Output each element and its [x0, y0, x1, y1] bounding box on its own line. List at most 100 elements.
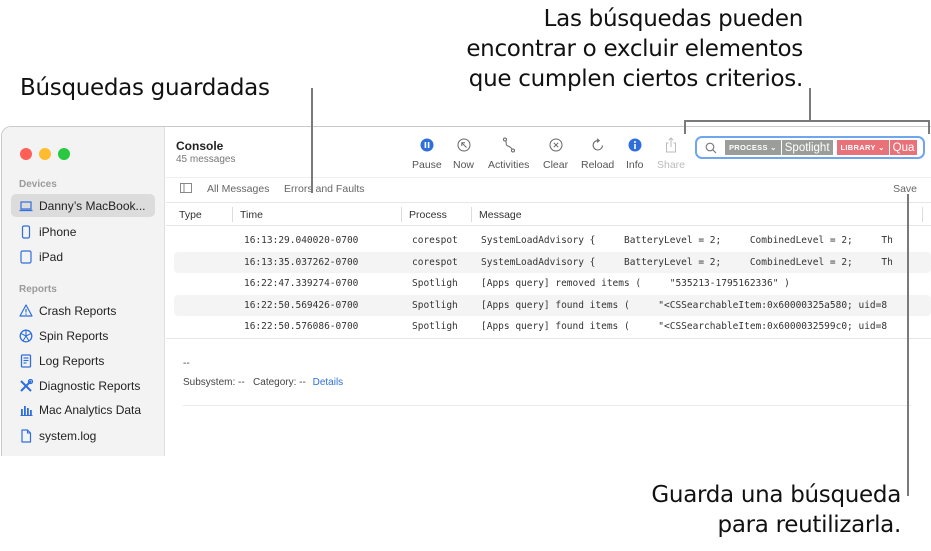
process-token-value[interactable]: Spotlight	[781, 140, 833, 155]
leader-line-search-bracket-left	[684, 120, 686, 134]
chevron-down-icon: ⌄	[770, 143, 777, 152]
sidebar-section-devices: Devices	[19, 179, 57, 190]
library-token-key[interactable]: LIBRARY ⌄	[836, 140, 889, 155]
sidebar-item-label: iPad	[39, 249, 64, 264]
window-title: Console	[176, 139, 224, 153]
now-button[interactable]: Now	[453, 137, 474, 171]
laptop-icon	[19, 199, 33, 213]
detail-metadata: Subsystem: -- Category: -- Details	[183, 377, 343, 388]
column-separator[interactable]	[922, 207, 923, 222]
info-icon	[627, 137, 643, 153]
column-header-time[interactable]: Time	[233, 209, 263, 221]
callout-line: Guarda una búsqueda	[651, 482, 901, 508]
filter-bar: All Messages Errors and Faults Save	[166, 177, 931, 201]
callout-line: que cumplen ciertos criterios.	[468, 66, 804, 92]
column-header-type[interactable]: Type	[172, 209, 202, 221]
row-message: [Apps query] found items ( "<CSSearchabl…	[481, 321, 888, 332]
tools-icon	[19, 378, 33, 393]
sidebar-item-mac-analytics-data[interactable]: Mac Analytics Data	[11, 398, 155, 421]
sidebar-item-label: Danny’s MacBook...	[39, 198, 146, 213]
window-controls	[20, 148, 70, 160]
arrow-up-left-circle-icon	[456, 137, 472, 153]
detail-title: --	[183, 358, 190, 369]
leader-line-search-bracket	[684, 120, 930, 122]
row-message: [Apps query] found items ( "<CSSearchabl…	[481, 299, 888, 311]
row-process: Spotligh	[412, 321, 458, 332]
library-token-value[interactable]: Qua	[889, 140, 918, 155]
callout-search-description: Las búsquedas pueden encontrar o excluir…	[466, 4, 803, 94]
activities-label: Activities	[488, 159, 530, 171]
row-message: [Apps query] removed items ( "535213-179…	[481, 278, 790, 289]
search-field[interactable]: PROCESS ⌄ Spotlight LIBRARY ⌄ Qua	[695, 136, 925, 159]
sidebar-item-label: Diagnostic Reports	[39, 378, 141, 393]
sidebar-item-macbook[interactable]: Danny’s MacBook...	[11, 194, 155, 217]
row-time: 16:22:50.569426-0700	[244, 299, 359, 311]
zoom-button[interactable]	[58, 148, 70, 160]
save-search-button[interactable]: Save	[893, 183, 917, 195]
table-row[interactable]: 16:13:29.040020-0700 corespot SystemLoad…	[174, 230, 931, 252]
spin-wheel-icon	[19, 329, 33, 343]
share-icon	[663, 137, 679, 153]
detail-divider	[183, 405, 911, 406]
iphone-icon	[19, 224, 33, 239]
table-row[interactable]: 16:13:35.037262-0700 corespot SystemLoad…	[174, 251, 931, 273]
search-icon	[705, 142, 717, 154]
clear-button[interactable]: Clear	[543, 137, 568, 171]
table-row[interactable]: 16:22:47.339274-0700 Spotligh [Apps quer…	[174, 273, 931, 295]
sidebar-item-diagnostic-reports[interactable]: Diagnostic Reports	[11, 374, 155, 397]
leader-line-search-bracket-right	[928, 120, 930, 134]
detail-subsystem: Subsystem: --	[183, 377, 245, 388]
saved-search-all-messages[interactable]: All Messages	[207, 183, 269, 195]
row-process: corespot	[412, 235, 458, 246]
bar-chart-icon	[19, 403, 33, 417]
sidebar-item-spin-reports[interactable]: Spin Reports	[11, 324, 155, 347]
callout-saved-searches: Búsquedas guardadas	[20, 75, 270, 101]
now-label: Now	[453, 159, 475, 171]
details-link[interactable]: Details	[313, 377, 344, 388]
clear-x-circle-icon	[548, 137, 564, 153]
table-row[interactable]: 16:22:50.569426-0700 Spotligh [Apps quer…	[174, 294, 931, 316]
token-key-label: LIBRARY	[840, 143, 876, 152]
sidebar-item-system-log[interactable]: system.log	[11, 424, 155, 447]
chevron-down-icon: ⌄	[878, 143, 885, 152]
column-header-message[interactable]: Message	[472, 209, 522, 221]
info-button[interactable]: Info	[626, 137, 644, 171]
info-label: Info	[626, 159, 644, 171]
sidebar-toggle-icon[interactable]	[180, 183, 192, 196]
console-window: Devices Danny’s MacBook... iPhone iPad R…	[1, 126, 931, 456]
split-divider[interactable]	[166, 338, 931, 339]
token-key-label: PROCESS	[729, 143, 768, 152]
sidebar-item-log-reports[interactable]: Log Reports	[11, 349, 155, 372]
sidebar-item-ipad[interactable]: iPad	[11, 245, 155, 268]
sidebar-item-label: iPhone	[39, 224, 77, 239]
clear-label: Clear	[543, 159, 569, 171]
file-icon	[19, 428, 33, 443]
sidebar-item-iphone[interactable]: iPhone	[11, 220, 155, 243]
close-button[interactable]	[20, 148, 32, 160]
row-message: SystemLoadAdvisory { BatteryLevel = 2; C…	[481, 235, 893, 246]
saved-search-errors-faults[interactable]: Errors and Faults	[284, 183, 365, 195]
process-token-key[interactable]: PROCESS ⌄	[725, 140, 781, 155]
ipad-icon	[19, 249, 33, 264]
leader-line-search	[809, 88, 811, 120]
table-header: Type Time Process Message	[166, 202, 931, 226]
document-lines-icon	[19, 353, 33, 368]
sidebar: Devices Danny’s MacBook... iPhone iPad R…	[2, 127, 165, 456]
minimize-button[interactable]	[39, 148, 51, 160]
sidebar-item-label: Crash Reports	[39, 303, 117, 318]
reload-button[interactable]: Reload	[581, 137, 614, 171]
callout-line: Las búsquedas pueden	[543, 6, 804, 32]
row-time: 16:13:29.040020-0700	[244, 235, 359, 246]
row-process: Spotligh	[412, 278, 458, 289]
column-header-process[interactable]: Process	[402, 209, 447, 221]
pause-button[interactable]: Pause	[412, 137, 442, 171]
sidebar-section-reports: Reports	[19, 284, 57, 295]
pause-icon	[419, 137, 435, 153]
table-row[interactable]: 16:22:50.576086-0700 Spotligh [Apps quer…	[174, 316, 931, 338]
sidebar-item-crash-reports[interactable]: Crash Reports	[11, 299, 155, 322]
share-button[interactable]: Share	[657, 137, 685, 171]
activities-button[interactable]: Activities	[488, 137, 529, 171]
main-panel: Console 45 messages Pause Now Activities	[166, 127, 931, 456]
sidebar-item-label: Spin Reports	[39, 328, 109, 343]
leader-line-save	[907, 194, 909, 496]
